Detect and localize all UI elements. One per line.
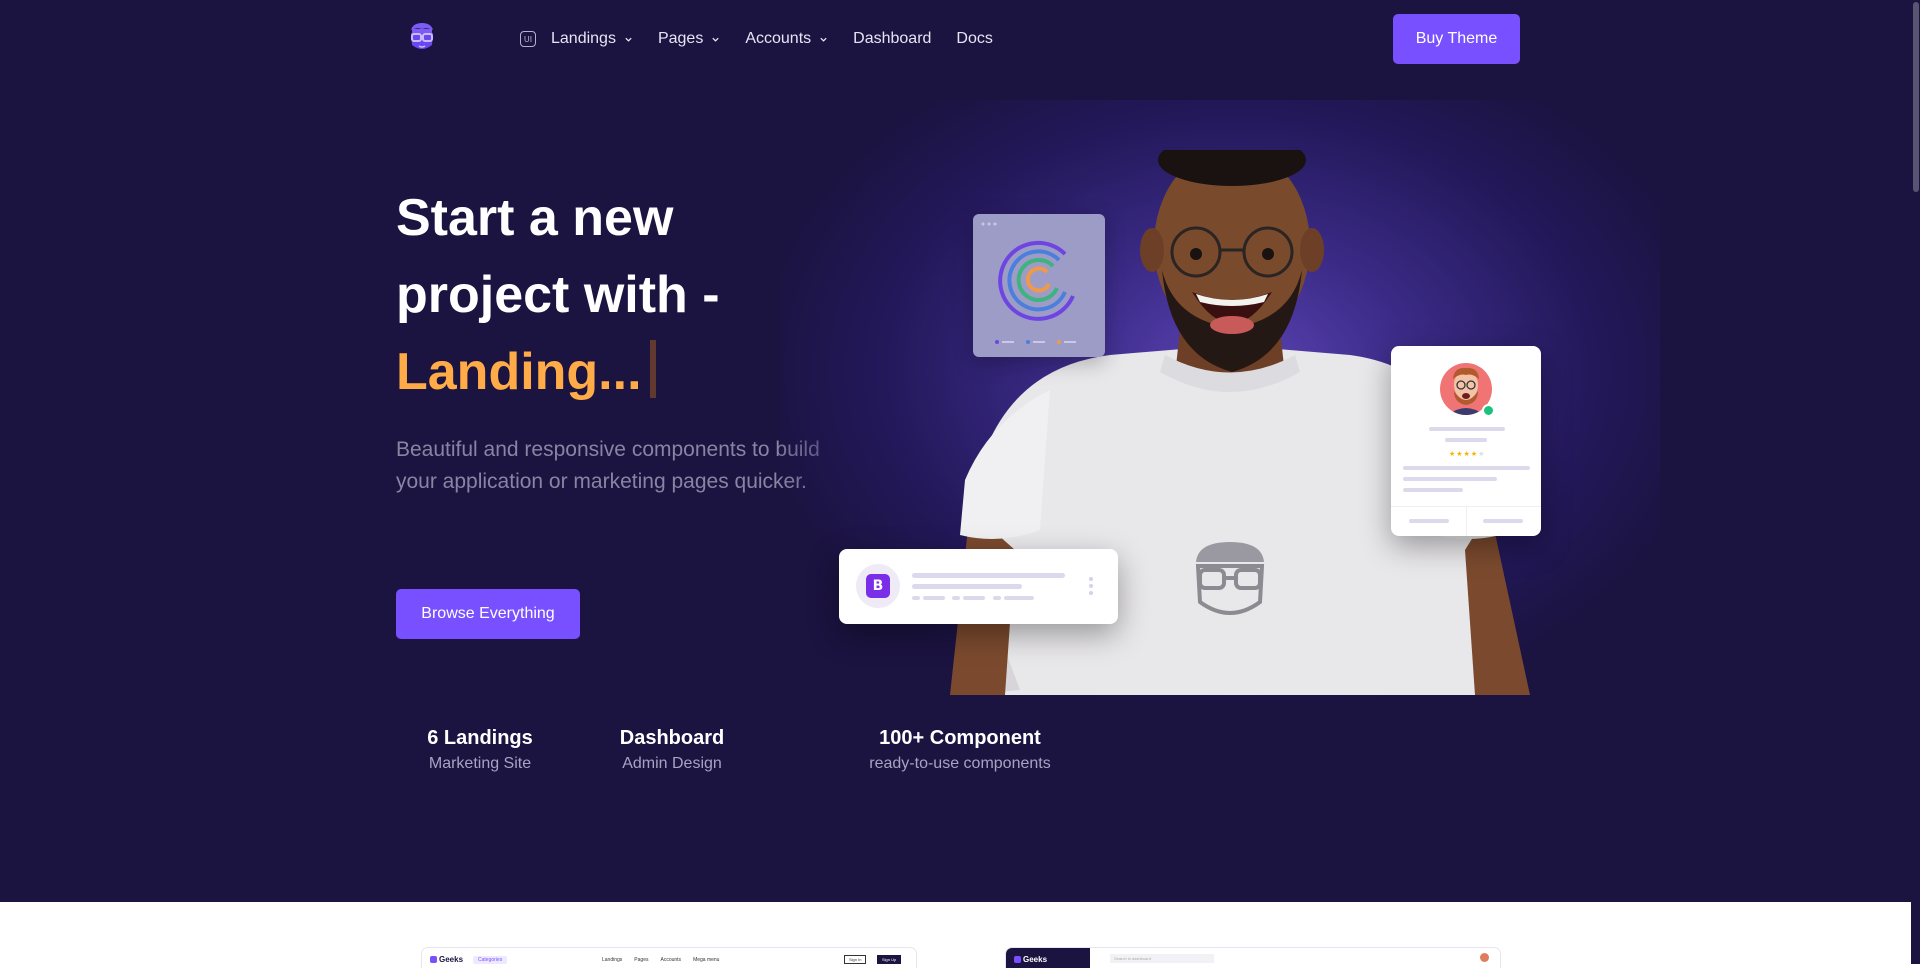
bootstrap-logo-icon: B [866,574,890,598]
stat-subtitle: Marketing Site [428,755,532,772]
headline-line-2: project with - [396,266,720,324]
stat-subtitle: Admin Design [622,755,722,772]
online-status-dot [1482,404,1495,417]
hero-subtext: Beautiful and responsive components to b… [396,438,820,493]
profile-widget-card: ★★★★★ [1391,346,1541,536]
headline-line-1: Start a new [396,189,674,247]
nav-item-dashboard[interactable]: Dashboard [853,30,931,48]
preview-sign-up: Sign Up [877,955,902,964]
radial-chart-icon [981,222,1076,344]
stat-title: 6 Landings [427,727,533,749]
nav-item-docs[interactable]: Docs [956,30,992,48]
nav-item-landings[interactable]: Landings [551,30,633,48]
preview-search-input: Search in dashboard [1110,954,1214,963]
stat-title: Dashboard [619,727,725,749]
preview-brand: Geeks [1023,955,1048,964]
browse-everything-button[interactable]: Browse Everything [396,589,580,639]
stat-components: 100+ Component ready-to-use components [840,725,1080,775]
chevron-down-icon [625,37,632,42]
rating-stars-icon: ★★★★★ [1449,450,1486,458]
chevron-down-icon [820,37,827,42]
dashboard-preview-card[interactable]: Geeks Search in dashboard [1006,948,1500,968]
bootstrap-widget-card: B [839,549,1118,624]
nav-item-pages[interactable]: Pages [658,30,720,48]
preview-menu-item: Accounts [660,957,682,963]
stat-dashboard: Dashboard Admin Design [592,725,752,775]
buy-theme-button[interactable]: Buy Theme [1393,14,1520,64]
nav-item-label: Dashboard [853,30,932,47]
typed-text: Landing... [396,343,642,401]
preview-avatar [1480,953,1489,962]
landing-preview-card[interactable]: Geeks Categories Landings Pages Accounts… [422,948,916,968]
stat-subtitle: ready-to-use components [869,755,1051,772]
geeks-logo-icon[interactable] [405,20,439,54]
preview-logo-icon [1014,956,1021,963]
typing-cursor [649,340,656,398]
preview-categories-chip: Categories [473,955,508,964]
nav-item-label: Landings [551,30,616,47]
preview-brand: Geeks [439,955,464,964]
preview-menu-item: Mega menu [693,957,720,963]
stat-title: 100+ Component [879,727,1041,749]
more-vertical-icon [1089,577,1093,595]
preview-sign-in: Sign In [844,955,867,964]
preview-menu-item: Pages [634,957,649,963]
nav-item-accounts[interactable]: Accounts [745,30,828,48]
main-nav: UI Landings Pages Accounts Dashboard Doc… [520,24,1018,54]
preview-logo-icon [430,956,437,963]
nav-item-label: Pages [657,30,704,47]
chevron-down-icon [712,37,719,42]
preview-menu-item: Landings [602,957,623,963]
scrollbar-thumb[interactable] [1913,2,1919,192]
nav-item-label: Docs [956,30,993,47]
page-scrollbar[interactable] [1911,0,1920,964]
ui-badge-icon: UI [520,31,536,47]
stat-landings: 6 Landings Marketing Site [396,725,564,775]
nav-item-label: Accounts [745,30,812,47]
chart-widget-card [973,214,1105,357]
